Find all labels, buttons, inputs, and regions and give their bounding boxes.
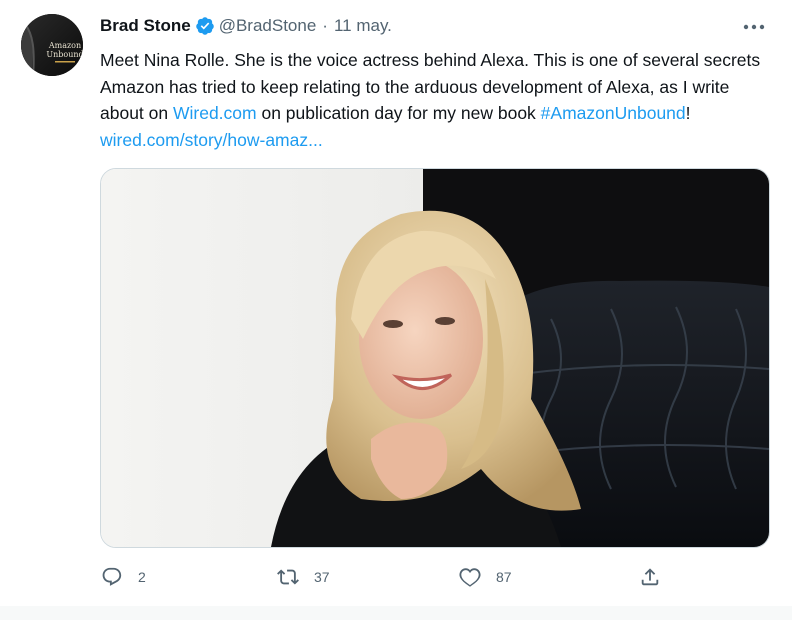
avatar-text-line1: Amazon [48, 41, 81, 50]
like-button[interactable]: 87 [458, 562, 512, 592]
verified-badge-icon [195, 16, 215, 36]
hashtag-link[interactable]: #AmazonUnbound [541, 103, 686, 123]
tweet-text: Meet Nina Rolle. She is the voice actres… [100, 47, 770, 153]
tweet-header: Brad Stone @BradStone · 11 may. [100, 16, 392, 36]
author-name[interactable]: Brad Stone [100, 16, 191, 36]
timeline-divider [0, 606, 792, 620]
author-handle[interactable]: @BradStone [219, 16, 317, 36]
avatar[interactable]: Amazon Unbound [21, 14, 83, 76]
reply-count: 2 [138, 569, 146, 585]
retweet-button[interactable]: 37 [276, 562, 330, 592]
heart-icon [458, 565, 482, 589]
tweet-text-exclaim: ! [685, 103, 691, 123]
article-link[interactable]: wired.com/story/how-amaz... [100, 130, 323, 150]
wired-link[interactable]: Wired.com [173, 103, 257, 123]
share-button[interactable] [638, 562, 662, 592]
tweet-photo[interactable] [100, 168, 770, 548]
tweet-text-part2: on publication day for my new book [256, 103, 541, 123]
tweet-date[interactable]: 11 may. [334, 16, 392, 36]
more-dots-icon[interactable] [740, 16, 768, 38]
tweet-actions: 2 37 87 [100, 562, 700, 592]
retweet-count: 37 [314, 569, 330, 585]
retweet-icon [276, 565, 300, 589]
reply-icon [100, 565, 124, 589]
like-count: 87 [496, 569, 512, 585]
reply-button[interactable]: 2 [100, 562, 146, 592]
separator-dot: · [322, 16, 328, 35]
avatar-text-line2: Unbound [46, 50, 83, 59]
tweet-card[interactable]: Amazon Unbound Brad Stone @BradStone · 1… [0, 0, 792, 607]
share-icon [638, 565, 662, 589]
